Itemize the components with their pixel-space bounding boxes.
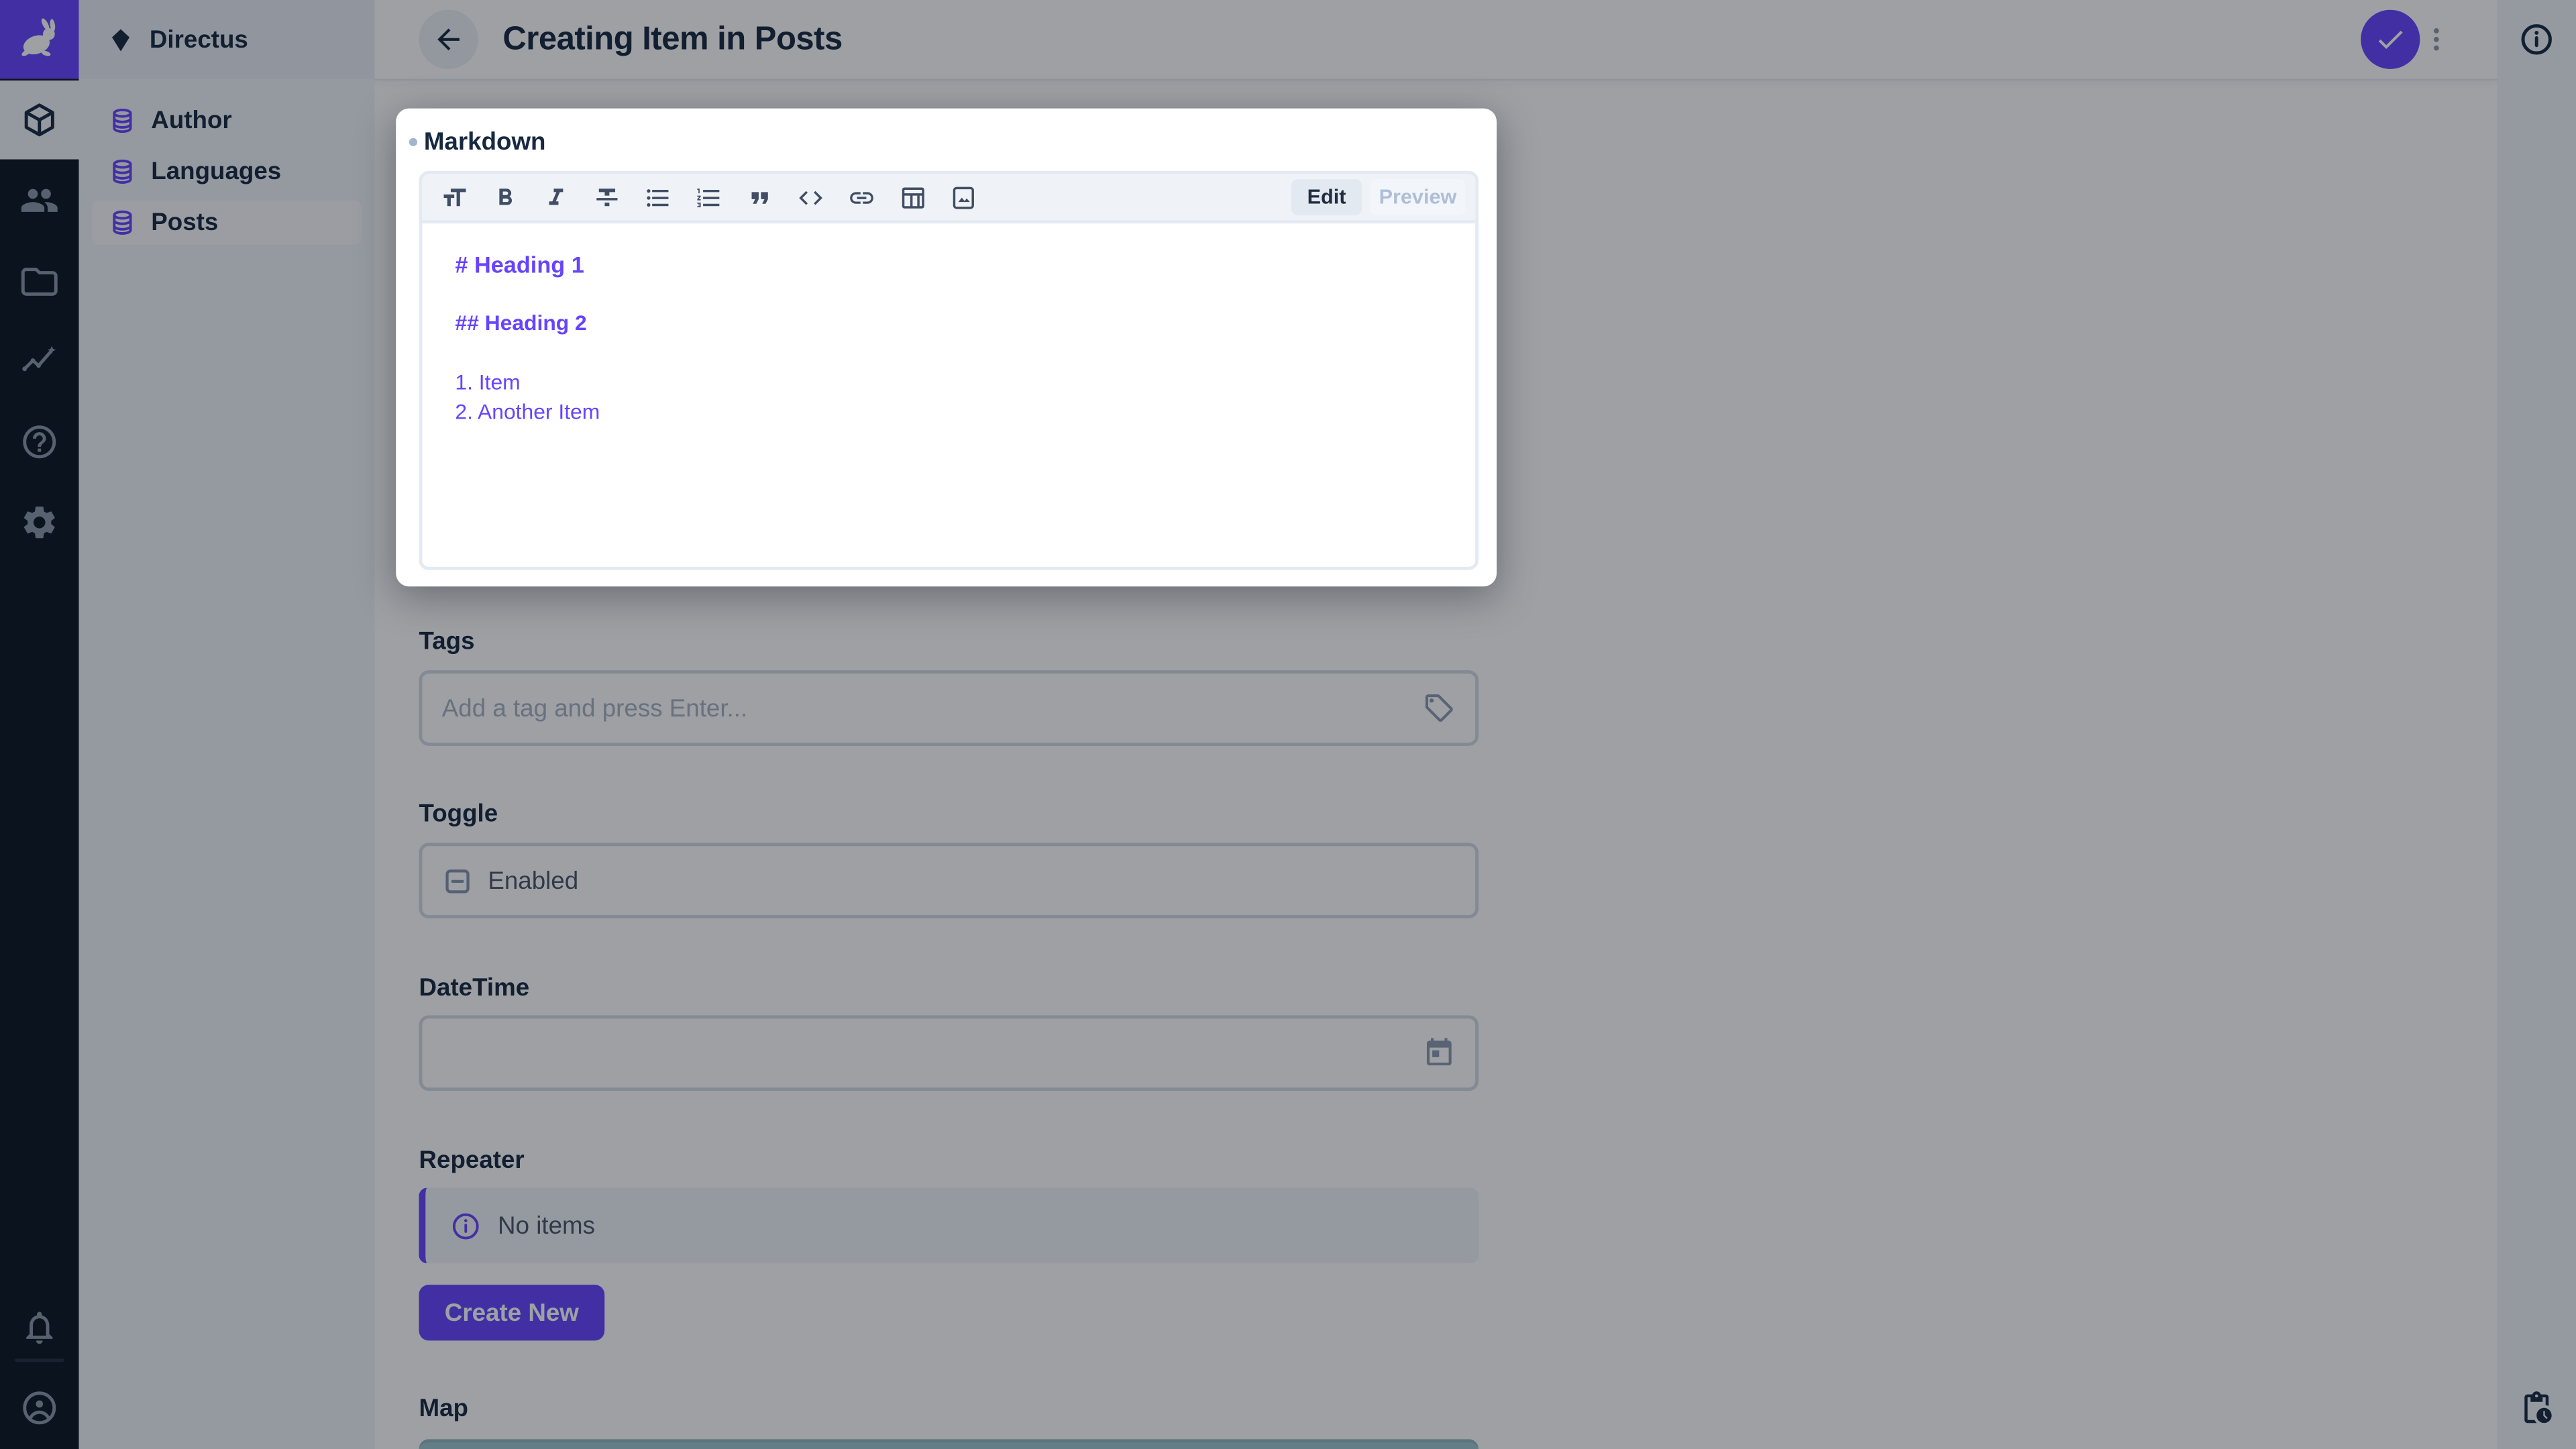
markdown-line: 1. Item xyxy=(455,370,521,394)
markdown-label-row: Markdown xyxy=(409,127,546,156)
image-icon-button[interactable] xyxy=(948,182,979,213)
bulleted-list-icon-button[interactable] xyxy=(643,182,674,213)
blockquote-icon-button[interactable] xyxy=(744,182,775,213)
strikethrough-icon-button[interactable] xyxy=(592,182,623,213)
markdown-field-label: Markdown xyxy=(423,127,546,156)
editor-mode-tabs: Edit Preview xyxy=(1291,178,1466,215)
numbered-list-icon-button[interactable] xyxy=(693,182,724,213)
edited-dot xyxy=(409,137,418,146)
markdown-line: ## Heading 2 xyxy=(455,310,587,335)
tab-edit[interactable]: Edit xyxy=(1291,178,1362,215)
italic-icon-button[interactable] xyxy=(541,182,572,213)
format-size-icon-button[interactable] xyxy=(439,182,470,213)
markdown-toolbar: Edit Preview xyxy=(422,174,1476,224)
app-root: Directus Author Languages Posts Creating… xyxy=(0,0,2576,1449)
markdown-line: # Heading 1 xyxy=(455,251,584,278)
markdown-line: 2. Another Item xyxy=(455,399,600,424)
code-icon-button[interactable] xyxy=(795,182,826,213)
bold-icon-button[interactable] xyxy=(490,182,521,213)
tab-preview[interactable]: Preview xyxy=(1370,178,1466,215)
table-icon-button[interactable] xyxy=(897,182,928,213)
markdown-field-card: Markdown Edit Preview # Heading 1 ## Hea… xyxy=(396,108,1497,587)
markdown-content-area[interactable]: # Heading 1 ## Heading 2 1. Item 2. Anot… xyxy=(422,223,1475,453)
markdown-editor: Edit Preview # Heading 1 ## Heading 2 1.… xyxy=(419,170,1479,570)
link-icon-button[interactable] xyxy=(846,182,877,213)
